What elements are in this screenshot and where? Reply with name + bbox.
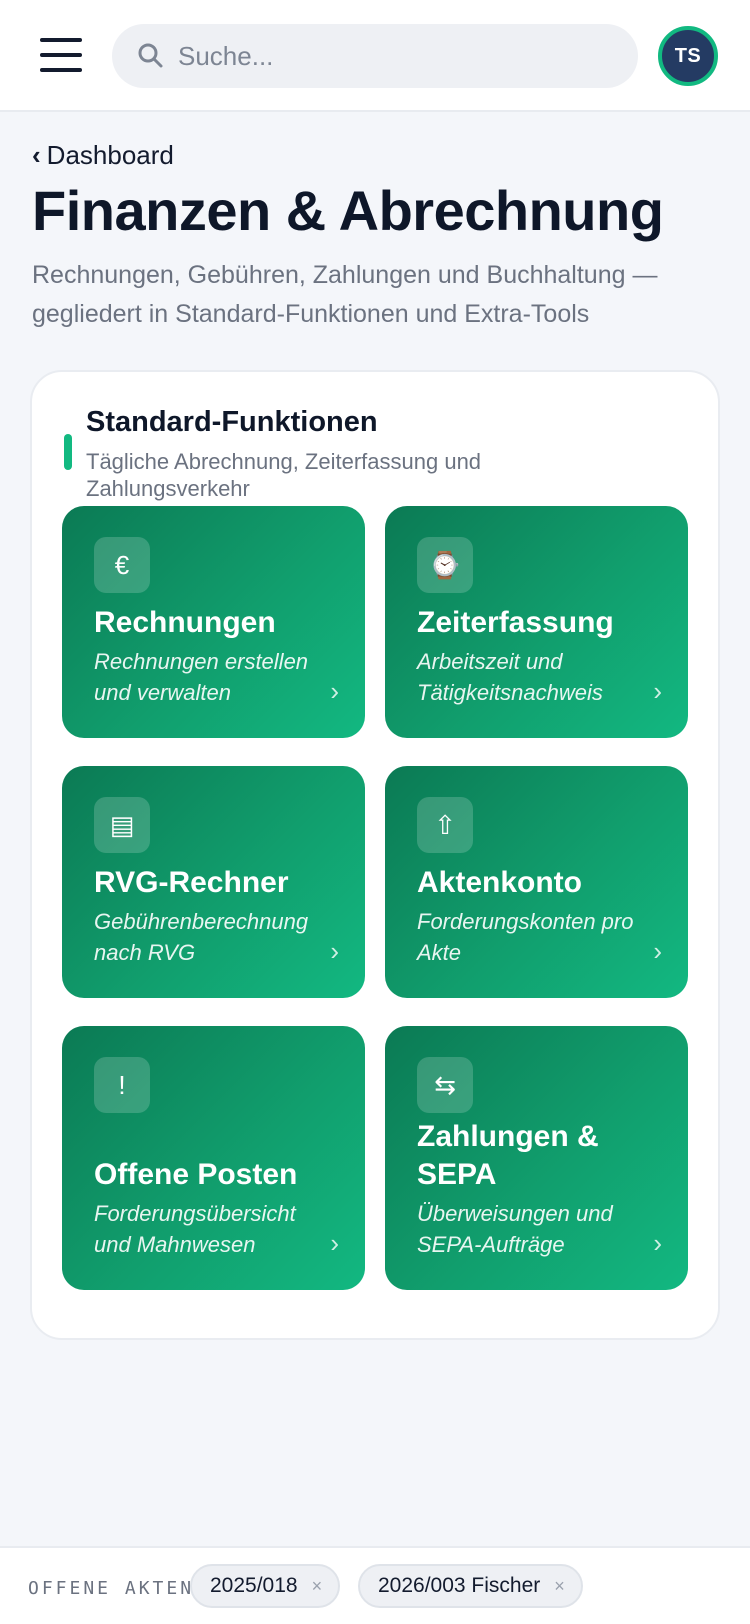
chevron-right-icon: › <box>653 936 662 966</box>
tile-title: Offene Posten <box>94 1158 298 1191</box>
search-icon <box>138 43 163 68</box>
tile-aktenkonto[interactable]: ⇧ Aktenkonto Forderungskonten pro Akte › <box>385 766 688 998</box>
chevron-right-icon: › <box>653 1228 662 1258</box>
back-link-label: Dashboard <box>46 140 174 170</box>
tile-description: Überweisungen und SEPA-Aufträge <box>417 1201 613 1257</box>
euro-icon: € <box>94 537 150 593</box>
tile-description: Rechnungen erstellen und verwalten <box>94 649 309 705</box>
chevron-right-icon: › <box>330 676 339 706</box>
upload-icon: ⇧ <box>417 797 473 853</box>
open-files-bar: OFFENE AKTEN 2025/018 × 2026/003 Fischer… <box>0 1546 750 1624</box>
tile-description: Arbeitszeit und Tätigkeitsnachweis <box>417 649 603 705</box>
back-link-dashboard[interactable]: ‹ Dashboard <box>32 140 174 171</box>
open-file-chip[interactable]: 2025/018 × <box>190 1564 341 1608</box>
tile-description: Forderungskonten pro Akte <box>417 909 634 965</box>
chevron-right-icon: › <box>330 1228 339 1258</box>
alert-icon: ! <box>94 1057 150 1113</box>
search-input[interactable] <box>178 24 618 88</box>
section-subtitle: Tägliche Abrechnung, Zeiterfassung und Z… <box>86 449 482 501</box>
watch-icon: ⌚ <box>417 537 473 593</box>
chip-label: 2026/003 Fischer <box>378 1574 541 1597</box>
chevron-left-icon: ‹ <box>32 140 41 170</box>
tile-zahlungen-sepa[interactable]: ⇆ Zahlungen & SEPA Überweisungen und SEP… <box>385 1026 688 1290</box>
top-bar: TS <box>0 0 750 112</box>
tile-description: Forderungsübersicht und Mahnwesen <box>94 1201 296 1257</box>
section-accent-bar <box>64 434 72 470</box>
tile-zeiterfassung[interactable]: ⌚ Zeiterfassung Arbeitszeit und Tätigkei… <box>385 506 688 738</box>
tile-title: Zahlungen & SEPA <box>417 1120 599 1191</box>
tile-title: Rechnungen <box>94 606 276 639</box>
tile-rechnungen[interactable]: € Rechnungen Rechnungen erstellen und ve… <box>62 506 365 738</box>
chevron-right-icon: › <box>330 936 339 966</box>
calculator-icon: ▤ <box>94 797 150 853</box>
section-title: Standard-Funktionen <box>86 406 378 438</box>
menu-icon[interactable] <box>40 38 82 72</box>
transfer-icon: ⇆ <box>417 1057 473 1113</box>
chip-label: 2025/018 <box>210 1574 298 1597</box>
tile-rvg-rechner[interactable]: ▤ RVG-Rechner Gebührenberechnung nach RV… <box>62 766 365 998</box>
close-icon[interactable]: × <box>554 1576 565 1597</box>
tile-title: Aktenkonto <box>417 866 582 899</box>
section-standard-functions: Standard-Funktionen Tägliche Abrechnung,… <box>30 370 720 1340</box>
page-subtitle: Rechnungen, Gebühren, Zahlungen und Buch… <box>32 261 658 328</box>
open-files-label: OFFENE AKTEN <box>28 1578 195 1599</box>
tile-description: Gebührenberechnung nach RVG <box>94 909 309 965</box>
close-icon[interactable]: × <box>312 1576 323 1597</box>
tile-title: RVG-Rechner <box>94 866 289 899</box>
tile-offene-posten[interactable]: ! Offene Posten Forderungsübersicht und … <box>62 1026 365 1290</box>
avatar[interactable]: TS <box>658 26 718 86</box>
chevron-right-icon: › <box>653 676 662 706</box>
tile-title: Zeiterfassung <box>417 606 614 639</box>
open-file-chip[interactable]: 2026/003 Fischer × <box>358 1564 583 1608</box>
page-title: Finanzen & Abrechnung <box>32 179 664 242</box>
search-bar[interactable] <box>112 24 638 88</box>
